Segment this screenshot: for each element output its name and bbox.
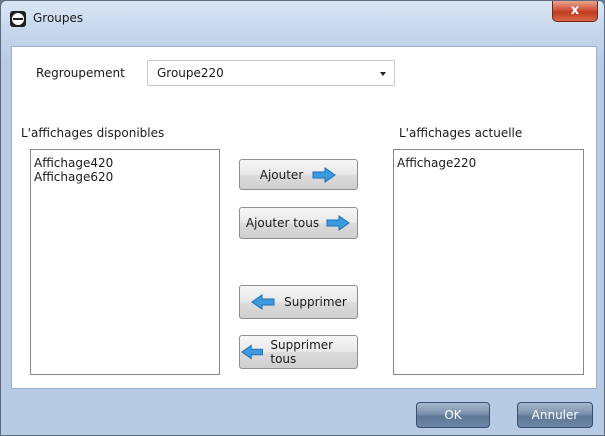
arrow-right-icon — [326, 215, 350, 231]
add-all-button-label: Ajouter tous — [245, 216, 320, 230]
arrow-left-icon — [241, 344, 263, 360]
arrow-right-icon — [312, 166, 337, 183]
title-bar: Groupes x — [1, 1, 604, 35]
cancel-button[interactable]: Annuler — [517, 402, 593, 428]
add-button[interactable]: Ajouter — [239, 159, 358, 190]
close-button[interactable]: x — [552, 1, 598, 22]
content-panel: Regroupement Groupe220 L'affichages disp… — [11, 46, 597, 389]
list-item[interactable]: Affichage420 — [31, 150, 219, 170]
current-list-label: L'affichages actuelle — [399, 126, 523, 140]
remove-all-button[interactable]: Supprimer tous — [239, 335, 358, 369]
remove-all-button-label: Supprimer tous — [270, 338, 334, 366]
available-listbox[interactable]: Affichage420 Affichage620 — [30, 149, 220, 375]
ok-button[interactable]: OK — [416, 402, 490, 428]
add-button-label: Ajouter — [259, 167, 304, 182]
add-all-button[interactable]: Ajouter tous — [239, 207, 358, 239]
window-title: Groupes — [33, 11, 84, 25]
remove-button[interactable]: Supprimer — [239, 285, 358, 319]
current-listbox[interactable]: Affichage220 — [393, 149, 584, 375]
regroupement-combo[interactable]: Groupe220 — [147, 60, 395, 86]
dialog-footer: OK Annuler — [1, 388, 604, 435]
list-item[interactable]: Affichage620 — [31, 170, 219, 184]
regroupement-selected: Groupe220 — [157, 66, 224, 80]
arrow-left-icon — [251, 294, 275, 310]
available-list-label: L'affichages disponibles — [21, 126, 165, 140]
regroupement-label: Regroupement — [36, 66, 125, 80]
remove-button-label: Supprimer — [284, 295, 347, 309]
groupes-dialog: Groupes x Regroupement Groupe220 L'affic… — [0, 0, 605, 436]
app-icon — [10, 11, 26, 27]
list-item[interactable]: Affichage220 — [394, 150, 583, 170]
chevron-down-icon — [380, 72, 386, 76]
